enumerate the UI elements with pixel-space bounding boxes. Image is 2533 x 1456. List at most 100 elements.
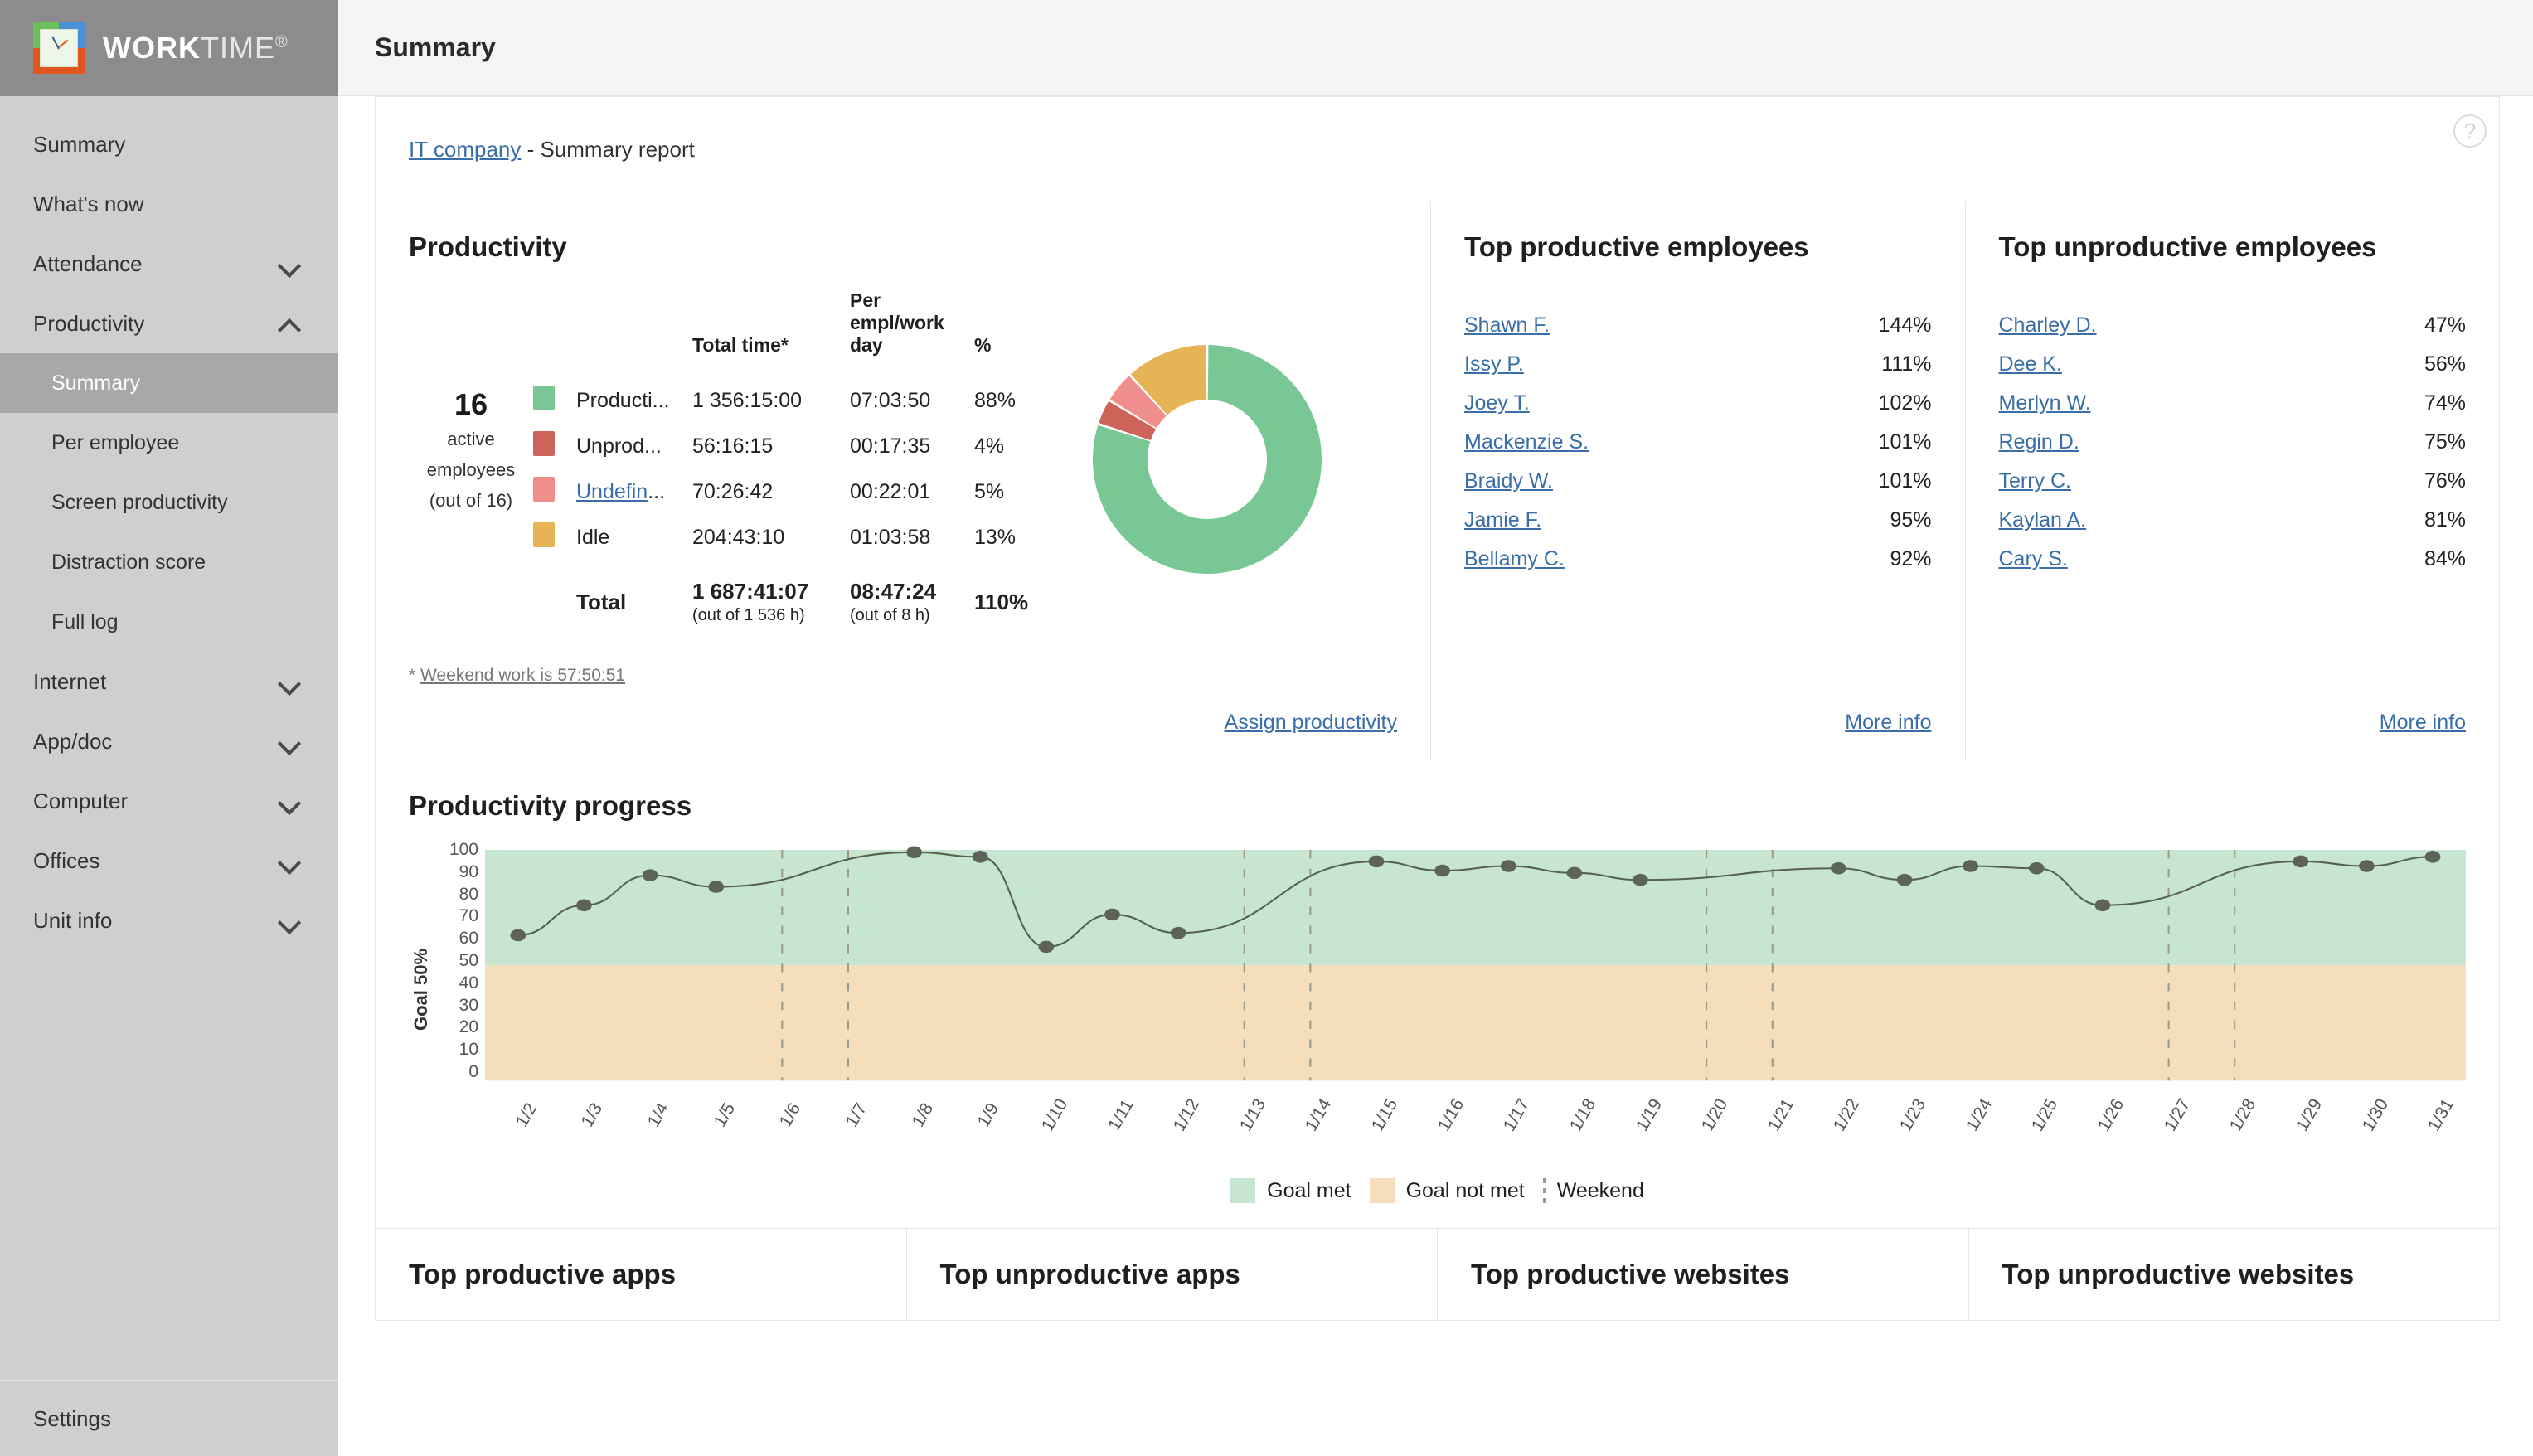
data-point-marker[interactable] <box>1434 864 1450 877</box>
data-point-marker[interactable] <box>1566 866 1583 880</box>
y-tick-label: 70 <box>459 906 478 926</box>
data-point-marker[interactable] <box>906 846 922 859</box>
employee-name-link-productive[interactable]: Bellamy C. <box>1464 547 1565 571</box>
data-point-marker[interactable] <box>2293 855 2309 868</box>
data-point-marker[interactable] <box>1963 860 1979 872</box>
card-title: Top unproductive websites <box>2002 1259 2355 1289</box>
table-row: Undefin... 70:26:42 00:22:01 5% <box>533 469 1050 515</box>
sidebar-item-attendance[interactable]: Attendance <box>0 234 338 294</box>
sidebar-item-full-log[interactable]: Full log <box>0 592 338 652</box>
data-point-marker[interactable] <box>2359 860 2375 872</box>
data-point-marker[interactable] <box>1500 860 1516 872</box>
brand-logo[interactable]: WORKTIME® <box>0 0 338 96</box>
data-point-marker[interactable] <box>1038 940 1055 954</box>
more-info-link-productive[interactable]: More info <box>1845 711 1931 734</box>
sidebar-item-what-s-now[interactable]: What's now <box>0 174 338 234</box>
active-employees-stat: 16 active employees (out of 16) <box>409 289 533 514</box>
legend-label: Weekend <box>1556 1178 1644 1202</box>
weekend-note-text: Weekend work is 57:50:51 <box>420 666 626 685</box>
employee-name-link-productive[interactable]: Jamie F. <box>1464 508 1541 532</box>
employee-name-link-productive[interactable]: Mackenzie S. <box>1464 430 1589 454</box>
ellipsis: ... <box>648 480 666 503</box>
employee-percent: 92% <box>1890 547 1932 570</box>
sidebar-item-distraction-score[interactable]: Distraction score <box>0 532 338 592</box>
sidebar-item-offices[interactable]: Offices <box>0 831 338 891</box>
per-empl-day: 01:03:58 <box>850 526 931 549</box>
sidebar-item-summary[interactable]: Summary <box>0 353 338 413</box>
assign-productivity-link[interactable]: Assign productivity <box>1225 711 1397 734</box>
bottom-cards-row: Top productive apps Top unproductive apps… <box>375 1229 2500 1321</box>
employee-name-link-unproductive[interactable]: Terry C. <box>1999 469 2072 493</box>
data-point-marker[interactable] <box>1170 926 1186 939</box>
total-swatch-spacer <box>533 561 576 633</box>
sidebar-item-app-doc[interactable]: App/doc <box>0 711 338 771</box>
sidebar-item-unit-info[interactable]: Unit info <box>0 891 338 950</box>
content-scroll: ? IT company - Summary report Productivi… <box>338 96 2533 1456</box>
table-row: Producti... 1 356:15:00 07:03:50 88% <box>533 378 1050 424</box>
data-point-marker[interactable] <box>972 851 988 863</box>
employee-name-link-productive[interactable]: Shawn F. <box>1464 313 1550 337</box>
sidebar-item-per-employee[interactable]: Per employee <box>0 413 338 473</box>
legend-label: Goal not met <box>1405 1178 1525 1202</box>
employee-percent: 84% <box>2424 547 2466 570</box>
per-empl-day: 07:03:50 <box>850 389 931 412</box>
y-tick-label: 60 <box>459 929 478 949</box>
legend-dashed-marker <box>1542 1178 1546 1203</box>
category-color-swatch <box>533 469 576 515</box>
sidebar-item-label: Productivity <box>33 310 145 336</box>
sidebar-item-label: Per employee <box>51 430 180 454</box>
employee-name-link-unproductive[interactable]: Regin D. <box>1999 430 2079 454</box>
employee-name-link-unproductive[interactable]: Cary S. <box>1999 547 2068 571</box>
brand-name-light: TIME <box>200 31 275 65</box>
data-point-marker[interactable] <box>2094 899 2111 912</box>
category-name: Unprod... <box>576 434 662 458</box>
data-point-marker[interactable] <box>576 899 592 912</box>
report-canvas: ? IT company - Summary report Productivi… <box>375 96 2500 1321</box>
employee-percent: 102% <box>1878 391 1932 415</box>
data-point-marker[interactable] <box>1368 855 1385 868</box>
sidebar-item-productivity[interactable]: Productivity <box>0 294 338 353</box>
percent: 5% <box>974 480 1005 503</box>
sidebar-item-internet[interactable]: Internet <box>0 652 338 711</box>
breadcrumb-suffix: - Summary report <box>521 137 695 162</box>
sidebar-item-computer[interactable]: Computer <box>0 771 338 831</box>
data-point-marker[interactable] <box>2028 861 2045 875</box>
sidebar-item-label: Screen productivity <box>51 490 228 514</box>
list-item: Dee K. 56% <box>1999 345 2467 384</box>
employee-name-link-unproductive[interactable]: Merlyn W. <box>1999 391 2091 415</box>
employee-name-link-productive[interactable]: Joey T. <box>1464 391 1530 415</box>
category-color-swatch <box>533 378 576 424</box>
sidebar-item-screen-productivity[interactable]: Screen productivity <box>0 473 338 532</box>
y-tick-label: 50 <box>459 951 478 970</box>
data-point-marker[interactable] <box>1831 861 1846 875</box>
help-question-icon[interactable]: ? <box>2453 114 2487 148</box>
employee-name-link-unproductive[interactable]: Charley D. <box>1999 313 2097 337</box>
data-point-marker[interactable] <box>510 929 526 942</box>
breadcrumb-company-link[interactable]: IT company <box>409 137 521 162</box>
employee-name-link-unproductive[interactable]: Kaylan A. <box>1999 508 2087 532</box>
sidebar-item-settings[interactable]: Settings <box>0 1380 338 1456</box>
data-point-marker[interactable] <box>2424 851 2441 863</box>
data-point-marker[interactable] <box>1633 873 1648 886</box>
undefined-category-link[interactable]: Undefin <box>576 480 648 503</box>
sidebar-item-summary[interactable]: Summary <box>0 114 338 174</box>
data-point-marker[interactable] <box>1896 873 1913 886</box>
card-top-productive-apps: Top productive apps <box>376 1229 906 1320</box>
productivity-card-footer: Assign productivity <box>409 686 1397 735</box>
data-point-marker[interactable] <box>708 881 725 893</box>
col-category <box>576 289 692 378</box>
active-employees-count: 16 <box>454 387 488 421</box>
summary-cards-row: Productivity 16 active employees (out of… <box>375 201 2500 760</box>
per-empl-day: 00:17:35 <box>850 434 931 458</box>
sidebar: WORKTIME® Summary What's now Attendance Pro… <box>0 0 338 1456</box>
more-info-link-unproductive[interactable]: More info <box>2380 711 2466 734</box>
employee-name-link-productive[interactable]: Braidy W. <box>1464 469 1553 493</box>
employee-name-link-unproductive[interactable]: Dee K. <box>1999 352 2062 376</box>
plot-area <box>485 846 2466 1081</box>
data-point-marker[interactable] <box>642 869 658 881</box>
y-tick-label: 20 <box>459 1017 478 1037</box>
total-percent-value: 110% <box>974 589 1029 614</box>
employee-name-link-productive[interactable]: Issy P. <box>1464 352 1524 376</box>
category-name[interactable]: Undefin... <box>576 469 692 515</box>
data-point-marker[interactable] <box>1104 908 1120 921</box>
